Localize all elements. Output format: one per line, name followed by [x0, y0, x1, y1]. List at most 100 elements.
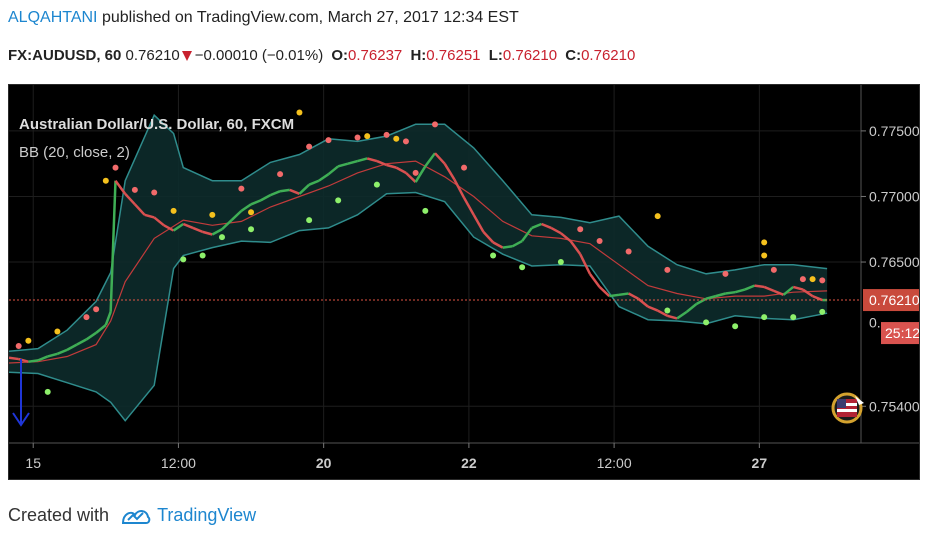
close-label: C:	[565, 47, 582, 64]
y-tick-label: 0.77500	[869, 123, 919, 139]
signal-dot-red	[131, 186, 138, 193]
signal-dot-yellow	[761, 239, 768, 246]
signal-dot-red	[819, 277, 826, 284]
signal-dot-red	[625, 248, 632, 255]
signal-dot-red	[412, 169, 419, 176]
y-tick-label: 0.76500	[869, 254, 919, 270]
signal-dot-yellow	[393, 135, 400, 142]
signal-dot-green	[664, 307, 671, 314]
signal-dot-yellow	[364, 133, 371, 140]
signal-dot-yellow	[248, 209, 255, 216]
signal-dot-red	[277, 171, 284, 178]
low-value: 0.76210	[502, 47, 558, 64]
signal-dot-red	[325, 137, 332, 144]
down-triangle-icon	[181, 51, 192, 62]
open-value: 0.76237	[348, 47, 403, 64]
tradingview-brand[interactable]: TradingView	[157, 505, 256, 526]
price-segment	[609, 293, 620, 298]
signal-dot-yellow	[170, 207, 177, 214]
signal-dot-yellow	[296, 109, 303, 116]
signal-dot-green	[44, 388, 51, 395]
x-tick-label: 15	[25, 455, 41, 471]
y-tick-label-partial: 0.	[869, 314, 881, 330]
signal-dot-yellow	[102, 177, 109, 184]
signal-dot-green	[490, 252, 497, 259]
signal-dot-red	[306, 143, 313, 150]
signal-dot-red	[799, 276, 806, 283]
x-tick-label: 22	[461, 455, 477, 471]
signal-dot-red	[432, 121, 438, 128]
low-label: L:	[488, 47, 503, 64]
signal-dot-red	[770, 266, 777, 273]
high-value: 0.76251	[426, 47, 481, 64]
open-label: O:	[331, 47, 349, 64]
signal-dot-red	[93, 306, 100, 313]
price-segment	[725, 290, 736, 295]
signal-dot-red	[112, 164, 119, 171]
signal-dot-green	[819, 308, 826, 315]
signal-dot-red	[722, 270, 729, 277]
signal-dot-yellow	[761, 252, 768, 259]
x-tick-label: 27	[752, 455, 768, 471]
signal-dot-yellow	[54, 328, 61, 335]
signal-dot-green	[557, 259, 564, 266]
signal-dot-green	[180, 256, 187, 263]
chart-panel[interactable]: 0.77500 0.77000 0.76500 0.75400 0. 15 12:00 20 2…	[8, 84, 920, 480]
price-change: −0.00010 (−0.01%)	[194, 47, 324, 64]
y-tick-label: 0.75400	[869, 398, 919, 414]
signal-dot-green	[732, 323, 739, 330]
indicator-legend: BB (20, close, 2)	[19, 144, 130, 161]
symbol-line: FX:AUDUSD, 60 0.76210 −0.00010 (−0.01%) O…	[8, 47, 635, 64]
price-segment	[28, 359, 39, 363]
price-segment	[618, 292, 629, 297]
y-tick-label: 0.77000	[869, 188, 919, 204]
current-price-label: 0.76210	[869, 292, 919, 308]
signal-dot-green	[199, 252, 206, 259]
price-segment	[279, 188, 290, 193]
signal-dot-green	[519, 264, 526, 271]
us-flag-icon[interactable]	[831, 392, 864, 424]
x-tick-label: 20	[316, 455, 332, 471]
signal-dot-green	[703, 319, 710, 326]
signal-dot-green	[790, 314, 797, 321]
signal-dot-red	[664, 266, 671, 273]
price-segment	[502, 245, 513, 249]
bollinger-bands	[8, 113, 828, 422]
created-with-text: Created with	[8, 505, 110, 525]
close-value: 0.76210	[581, 47, 636, 64]
signal-dot-green	[219, 234, 225, 241]
author-link[interactable]: ALQAHTANI	[8, 9, 98, 26]
signal-dot-yellow	[654, 213, 661, 220]
published-text: published on TradingView.com, March 27, …	[97, 9, 519, 26]
signal-dot-red	[383, 131, 390, 138]
band-fill	[9, 115, 828, 421]
signal-dot-red	[577, 226, 584, 233]
signal-dot-red	[402, 138, 409, 145]
tradingview-logo-icon[interactable]	[121, 506, 151, 526]
signal-dot-red	[354, 134, 361, 141]
publish-line: ALQAHTANI published on TradingView.com, …	[8, 9, 519, 27]
signal-dot-red	[596, 238, 603, 245]
chart-svg[interactable]: 0.77500 0.77000 0.76500 0.75400 0. 15 12:00 20 2…	[8, 85, 920, 479]
price-segment	[754, 284, 765, 289]
x-tick-label: 12:00	[161, 455, 196, 471]
signal-dot-green	[373, 181, 380, 188]
signal-dot-red	[151, 189, 158, 196]
last-price: 0.76210	[125, 47, 180, 64]
symbol-label: FX:AUDUSD, 60	[8, 47, 122, 64]
signal-dot-red	[461, 164, 468, 171]
x-tick-label: 12:00	[597, 455, 632, 471]
signal-dot-yellow	[25, 337, 32, 344]
footer: Created with TradingView	[8, 505, 256, 526]
price-segment	[8, 356, 19, 361]
signal-dot-green	[306, 217, 313, 224]
signal-dot-red	[83, 314, 90, 321]
signal-dot-yellow	[809, 276, 816, 283]
signal-dot-green	[248, 226, 255, 233]
chart-title: Australian Dollar/U.S. Dollar, 60, FXCM	[19, 116, 294, 133]
signal-dot-green	[761, 314, 768, 321]
signal-dot-green	[335, 197, 342, 204]
countdown-label: 25:12	[885, 325, 919, 341]
signal-dot-red	[15, 342, 22, 349]
high-label: H:	[410, 47, 427, 64]
